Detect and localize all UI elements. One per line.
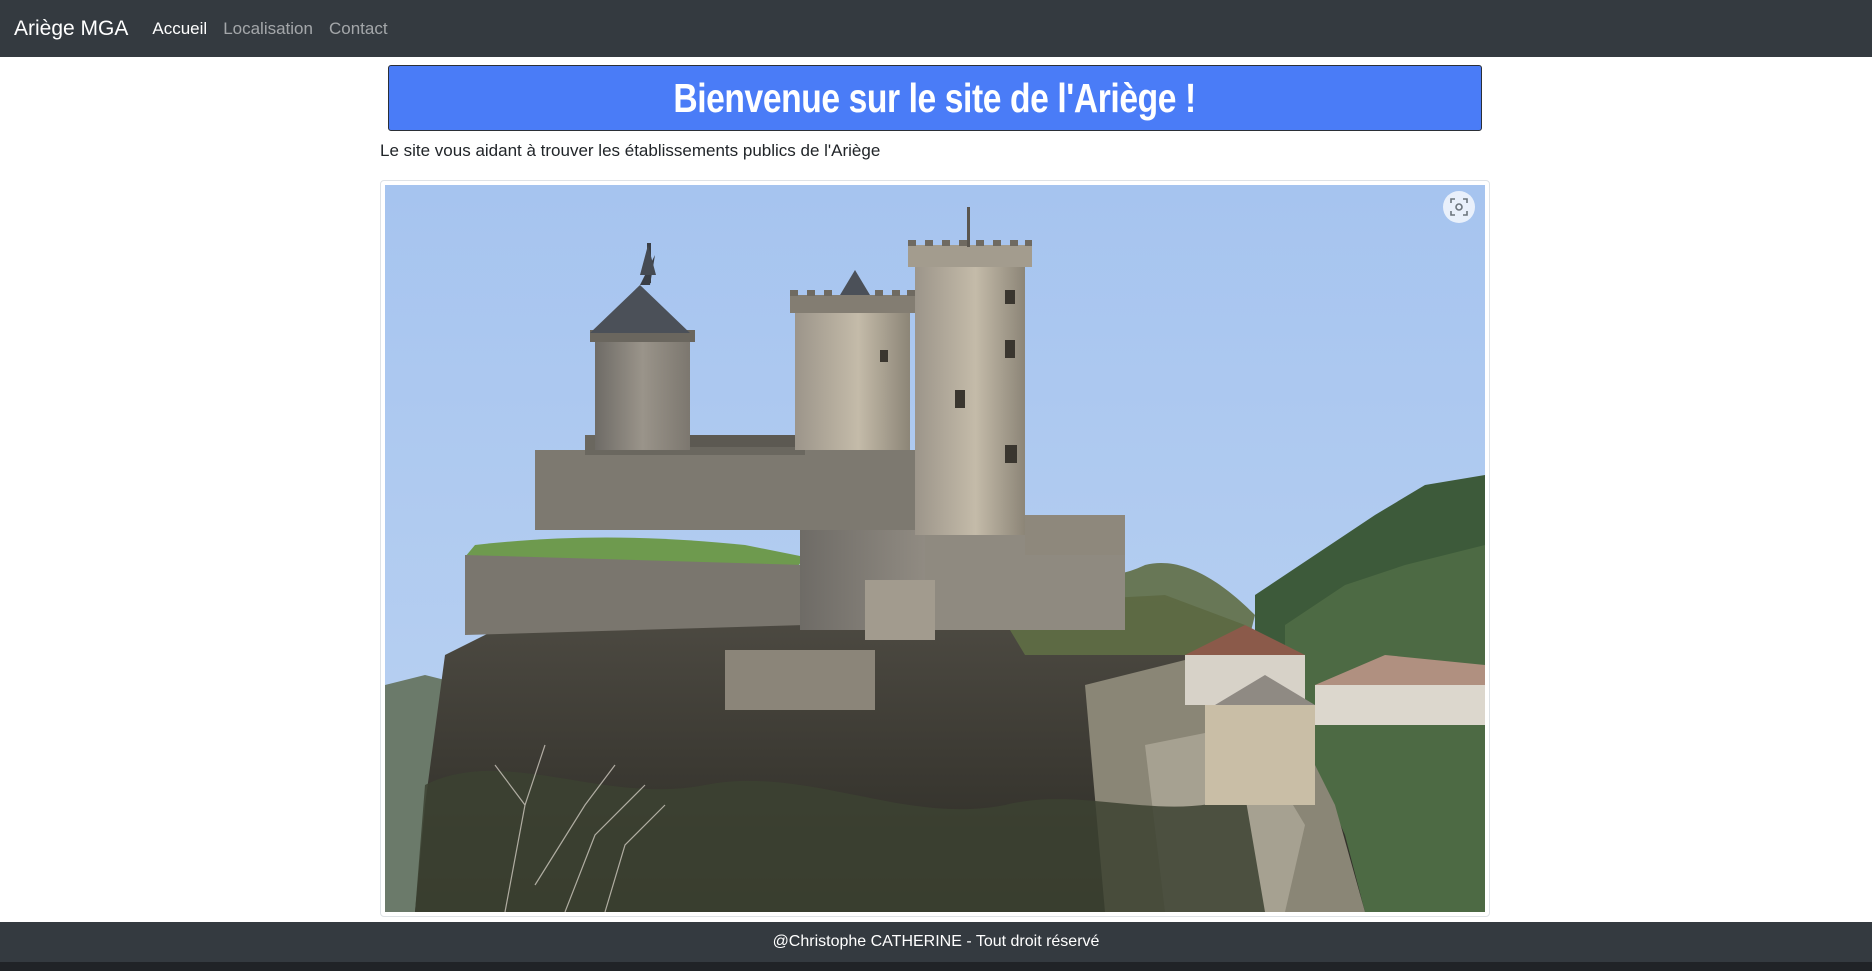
top-navbar: Ariège MGA Accueil Localisation Contact (0, 0, 1872, 57)
banner-title: Bienvenue sur le site de l'Ariège ! (673, 74, 1197, 121)
castle-photo (385, 185, 1485, 912)
intro-text: Le site vous aidant à trouver les établi… (380, 141, 881, 160)
navbar-brand[interactable]: Ariège MGA (14, 17, 128, 41)
nav-link-contact[interactable]: Contact (329, 19, 388, 39)
welcome-banner: Bienvenue sur le site de l'Ariège ! (388, 65, 1482, 131)
page-footer: @Christophe CATHERINE - Tout droit réser… (0, 922, 1872, 962)
castle-photo-frame (380, 180, 1490, 917)
visual-search-icon[interactable] (1443, 191, 1475, 223)
footer-copyright: @Christophe CATHERINE - Tout droit réser… (772, 933, 1100, 950)
bottom-strip (0, 962, 1872, 971)
nav-link-localisation[interactable]: Localisation (223, 19, 313, 39)
nav-link-accueil[interactable]: Accueil (152, 19, 207, 39)
